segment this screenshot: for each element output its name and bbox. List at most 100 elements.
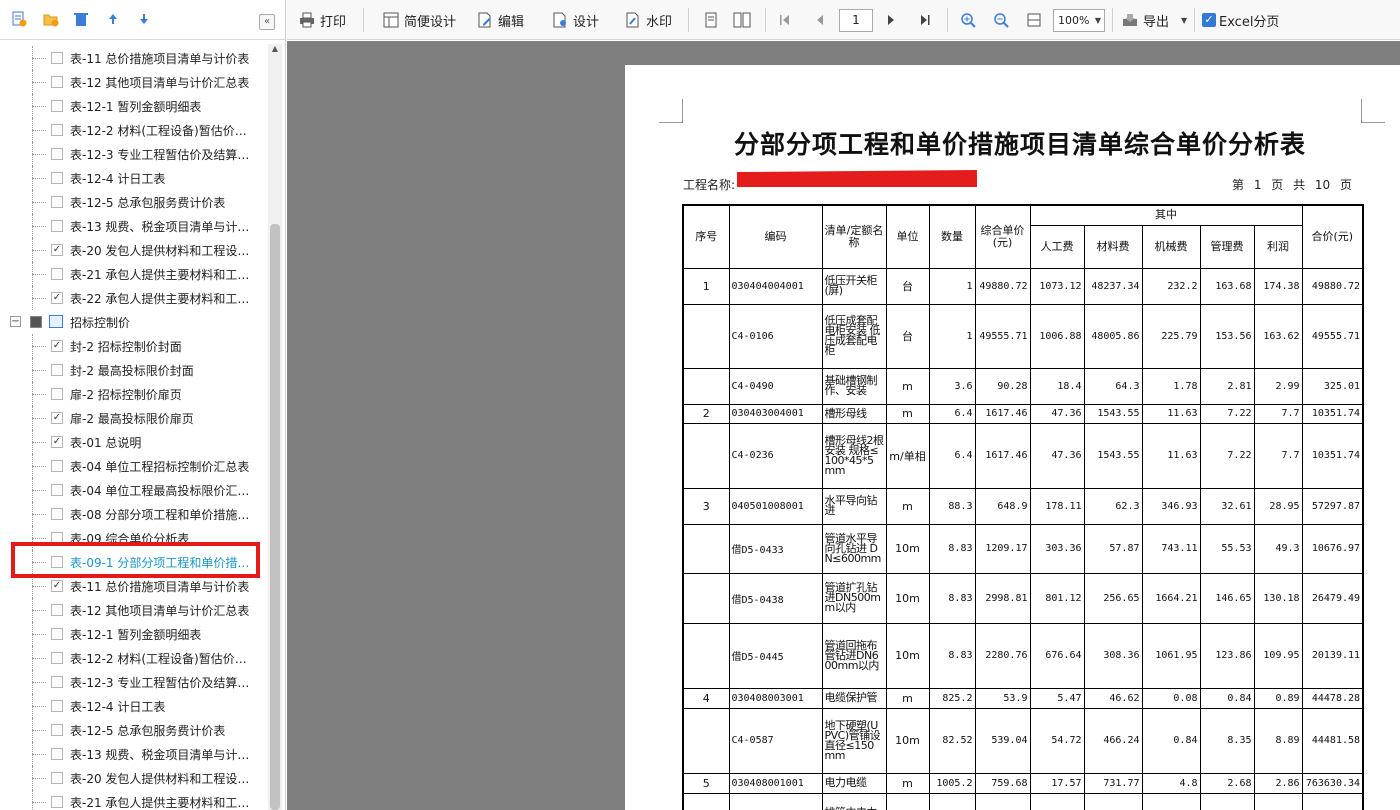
tree-item[interactable]: 表-12-1 暂列金额明细表 [0,94,268,118]
add-folder-icon[interactable] [42,10,60,28]
group-checkbox[interactable] [30,316,42,328]
tree-item-checkbox[interactable] [51,52,63,64]
export-dropdown-icon[interactable]: ▼ [1181,16,1187,25]
first-page-button[interactable] [779,8,796,32]
tree-item-checkbox[interactable] [51,76,63,88]
tree-item[interactable]: 表-12-4 计日工表 [0,166,268,190]
tree-item-checkbox[interactable] [51,508,63,520]
tree-item-checkbox[interactable]: ✓ [51,244,63,256]
single-page-view-button[interactable] [703,8,724,32]
tree-item-checkbox[interactable] [51,772,63,784]
move-up-icon[interactable] [104,10,122,28]
zoom-select[interactable]: 100% ▼ [1053,9,1105,32]
double-page-view-button[interactable] [733,8,756,32]
tree-item[interactable]: ✓ 表-01 总说明 [0,430,268,454]
export-button[interactable]: 导出 ▼ [1122,8,1187,32]
scroll-up-icon[interactable]: ▲ [268,44,282,56]
tree-item[interactable]: 表-12-2 材料(工程设备)暂估价… [0,118,268,142]
tree-item-checkbox[interactable]: ✓ [51,436,63,448]
collapse-toggle-icon[interactable]: − [10,316,21,327]
tree-item[interactable]: 扉-2 招标控制价扉页 [0,382,268,406]
fit-page-button[interactable] [1026,8,1047,32]
tree-item-checkbox[interactable] [51,532,63,544]
tree-item[interactable]: 表-08 分部分项工程和单价措施… [0,502,268,526]
move-down-icon[interactable] [135,10,153,28]
tree-item-checkbox[interactable] [51,556,63,568]
tree-item-checkbox[interactable] [51,196,63,208]
add-report-icon[interactable] [10,10,28,28]
tree-item-checkbox[interactable] [51,364,63,376]
tree-item[interactable]: 表-12-3 专业工程暂估价及结算… [0,670,268,694]
watermark-button[interactable]: 水印 [625,8,672,32]
tree-item-checkbox[interactable]: ✓ [51,292,63,304]
tree-item[interactable]: 表-12-5 总承包服务费计价表 [0,190,268,214]
tree-item[interactable]: 表-12 其他项目清单与计价汇总表 [0,70,268,94]
collapse-panel-icon[interactable]: « [259,14,275,30]
tree-item-label: 表-20 发包人提供材料和工程设… [70,772,250,786]
tree-item[interactable]: 表-04 单位工程最高投标限价汇… [0,478,268,502]
zoom-out-button[interactable] [993,8,1014,32]
tree-item-checkbox[interactable] [51,172,63,184]
tree-item[interactable]: 表-12-5 总承包服务费计价表 [0,718,268,742]
tree-item-checkbox[interactable] [51,628,63,640]
zoom-in-icon [961,13,976,28]
cell-code: C4-0106 [728,303,823,369]
tree-item[interactable]: 表-12-1 暂列金额明细表 [0,622,268,646]
edit-icon [478,12,491,28]
tree-item[interactable]: 表-04 单位工程招标控制价汇总表 [0,454,268,478]
previous-page-button[interactable] [814,8,831,32]
zoom-in-button[interactable] [960,8,981,32]
tree-item[interactable]: ✓ 表-11 总价措施项目清单与计价表 [0,574,268,598]
tree-item[interactable]: 表-13 规费、税金项目清单与计… [0,742,268,766]
tree-scrollbar[interactable]: ▲ [268,44,282,810]
tree-item[interactable]: 表-12-2 材料(工程设备)暂估价… [0,646,268,670]
tree-item[interactable]: ✓ 封-2 招标控制价封面 [0,334,268,358]
tree-item-checkbox[interactable] [51,100,63,112]
next-page-button[interactable] [885,8,902,32]
tree-item[interactable]: 表-21 承包人提供主要材料和工… [0,790,268,810]
report-preview-area[interactable]: 分部分项工程和单价措施项目清单综合单价分析表 工程名称: 第 1 页 共 10 … [287,41,1400,810]
tree-item-checkbox[interactable] [51,652,63,664]
tree-item[interactable]: ✓ 表-20 发包人提供材料和工程设… [0,238,268,262]
tree-item-checkbox[interactable] [51,700,63,712]
simple-design-button[interactable]: 简便设计 [383,8,456,32]
tree-item-checkbox[interactable] [51,388,63,400]
tree-item[interactable]: 表-20 发包人提供材料和工程设… [0,766,268,790]
tree-item[interactable]: 表-12-3 专业工程暂估价及结算… [0,142,268,166]
tree-item-checkbox[interactable] [51,604,63,616]
tree-item[interactable]: 表-09-1 分部分项工程和单价措… [0,550,268,574]
tree-item-checkbox[interactable]: ✓ [51,412,63,424]
tree-item-checkbox[interactable] [51,748,63,760]
page-number-input[interactable]: 1 [839,9,873,32]
excel-paging-label[interactable]: Excel分页 [1219,8,1279,32]
tree-item[interactable]: 表-12 其他项目清单与计价汇总表 [0,598,268,622]
tree-item-checkbox[interactable] [51,676,63,688]
tree-item[interactable]: ✓ 表-22 承包人提供主要材料和工… [0,286,268,310]
excel-paging-checkbox[interactable]: ✓ [1202,13,1216,27]
tree-item[interactable]: 表-21 承包人提供主要材料和工… [0,262,268,286]
tree-item[interactable]: ✓ 扉-2 最高投标限价扉页 [0,406,268,430]
tree-item[interactable]: 表-12-4 计日工表 [0,694,268,718]
tree-item-checkbox[interactable]: ✓ [51,340,63,352]
last-page-button[interactable] [919,8,936,32]
edit-button[interactable]: 编辑 [477,8,524,32]
tree-item[interactable]: 封-2 最高投标限价封面 [0,358,268,382]
print-button[interactable]: 打印 [299,8,346,32]
tree-item-checkbox[interactable] [51,124,63,136]
delete-icon[interactable] [72,10,90,28]
tree-group-bid-control-price[interactable]: − 招标控制价 [0,310,268,334]
tree-item[interactable]: 表-13 规费、税金项目清单与计… [0,214,268,238]
tree-item-checkbox[interactable] [51,484,63,496]
tree-item-checkbox[interactable] [51,796,63,808]
tree-item[interactable]: 表-11 总价措施项目清单与计价表 [0,46,268,70]
tree-item-checkbox[interactable] [51,268,63,280]
design-button[interactable]: 设计 [552,8,599,32]
tree-item[interactable]: 表-09 综合单价分析表 [0,526,268,550]
tree-item-checkbox[interactable] [51,724,63,736]
tree-item-checkbox[interactable] [51,220,63,232]
scroll-thumb[interactable] [270,224,280,810]
tree-item-checkbox[interactable]: ✓ [51,580,63,592]
tree-item-checkbox[interactable] [51,460,63,472]
tree-item-checkbox[interactable] [51,148,63,160]
cell-material: 48237.34 [1083,267,1143,305]
